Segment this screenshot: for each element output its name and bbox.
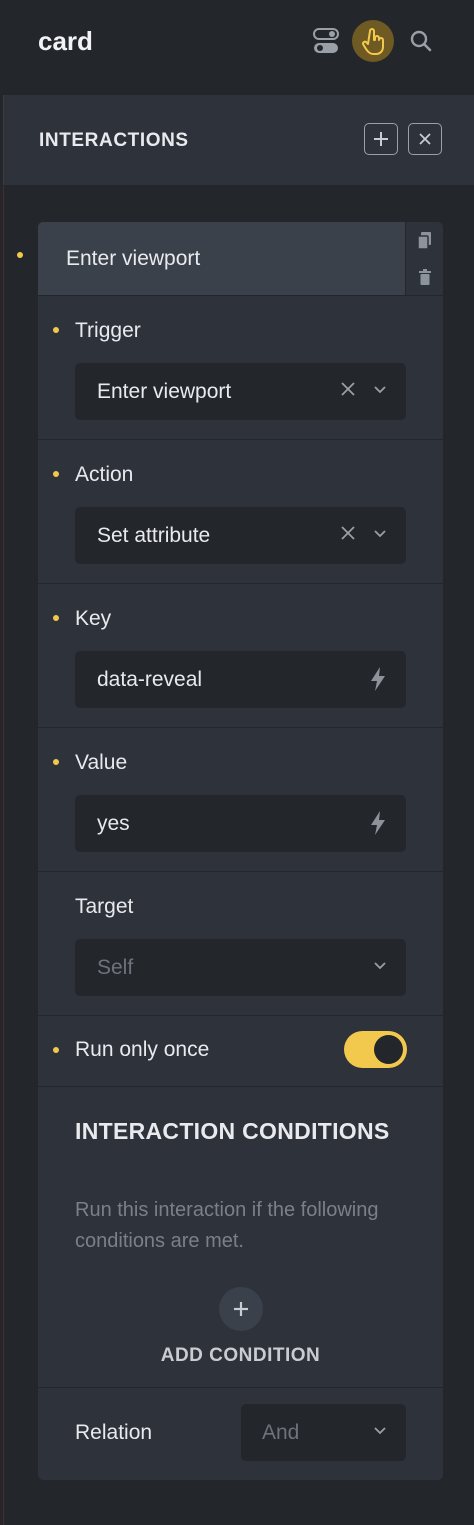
chevron-down-icon: [374, 530, 386, 538]
trigger-field: Trigger Enter viewport: [38, 295, 443, 440]
add-condition-button[interactable]: [219, 1287, 263, 1331]
trigger-label: Trigger: [75, 319, 141, 342]
modified-dot: [53, 327, 59, 333]
target-field: Target Self: [38, 871, 443, 1016]
close-panel-button[interactable]: [408, 123, 442, 155]
plus-icon: [374, 132, 388, 146]
modified-dot: [53, 1047, 59, 1053]
run-once-toggle[interactable]: [344, 1031, 407, 1068]
modified-dot: [53, 759, 59, 765]
value-value: yes: [97, 812, 130, 835]
relation-select[interactable]: And: [241, 1404, 406, 1461]
run-once-label: Run only once: [75, 1038, 210, 1061]
action-label: Action: [75, 463, 134, 486]
key-input[interactable]: data-reveal: [75, 651, 406, 708]
plus-icon: [234, 1302, 248, 1316]
key-value: data-reveal: [97, 668, 203, 691]
action-value: Set attribute: [97, 524, 211, 547]
action-field: Action Set attribute: [38, 439, 443, 584]
key-field: Key data-reveal: [38, 583, 443, 728]
element-title: card: [38, 26, 93, 56]
bolt-icon[interactable]: [369, 667, 387, 691]
modified-dot: [53, 471, 59, 477]
interaction-card: Enter viewport Trigger Enter viewport Ac…: [38, 222, 443, 1480]
conditions-description: Run this interaction if the following co…: [75, 1199, 379, 1252]
chevron-down-icon: [374, 386, 386, 394]
add-interaction-button[interactable]: [364, 123, 398, 155]
interaction-header-label: Enter viewport: [66, 247, 201, 270]
target-placeholder: Self: [97, 956, 134, 979]
conditions-title: INTERACTION CONDITIONS: [75, 1118, 390, 1144]
top-bar: card: [0, 0, 474, 94]
value-field: Value yes: [38, 727, 443, 872]
run-once-field: Run only once: [38, 1015, 443, 1087]
clear-icon[interactable]: [341, 382, 355, 396]
modified-indicator-dot: [17, 252, 23, 258]
action-select[interactable]: Set attribute: [75, 507, 406, 564]
interaction-header[interactable]: Enter viewport: [38, 222, 406, 296]
target-select[interactable]: Self: [75, 939, 406, 996]
target-label: Target: [75, 895, 134, 918]
conditions-section: INTERACTION CONDITIONS Run this interact…: [38, 1086, 443, 1388]
value-label: Value: [75, 751, 128, 774]
interaction-tools: [406, 222, 443, 295]
add-condition-label[interactable]: ADD CONDITION: [38, 1345, 443, 1367]
chevron-down-icon: [374, 1427, 386, 1435]
trash-icon[interactable]: [418, 269, 431, 286]
trigger-value: Enter viewport: [97, 380, 232, 403]
pointer-hand-icon[interactable]: [352, 20, 394, 62]
key-label: Key: [75, 607, 112, 630]
bolt-icon[interactable]: [369, 811, 387, 835]
panel-title: INTERACTIONS: [39, 130, 189, 151]
interactions-panel-header: INTERACTIONS: [3, 95, 474, 185]
trigger-select[interactable]: Enter viewport: [75, 363, 406, 420]
toggle-knob: [374, 1035, 403, 1064]
modified-dot: [53, 615, 59, 621]
relation-field: Relation And: [38, 1387, 443, 1480]
search-icon[interactable]: [400, 20, 442, 62]
value-input[interactable]: yes: [75, 795, 406, 852]
clear-icon[interactable]: [341, 526, 355, 540]
close-icon: [419, 133, 431, 145]
relation-placeholder: And: [262, 1421, 300, 1444]
chevron-down-icon: [374, 962, 386, 970]
copy-icon[interactable]: [417, 231, 432, 250]
toggle-icon[interactable]: [305, 20, 347, 62]
relation-label: Relation: [75, 1421, 153, 1444]
